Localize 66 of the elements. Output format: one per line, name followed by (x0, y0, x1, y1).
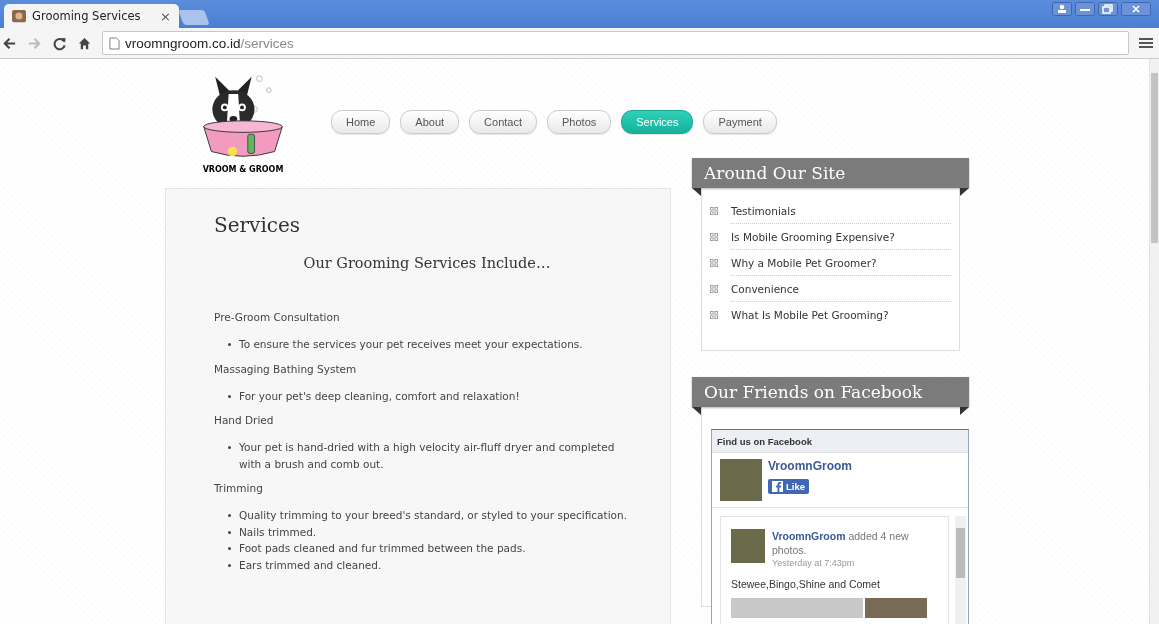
browser-tab[interactable]: Grooming Services × (4, 4, 179, 28)
photo-placeholder (731, 529, 765, 563)
close-icon[interactable] (1121, 2, 1151, 16)
post-text: VroomnGroom added 4 new photos. (772, 529, 910, 557)
grid-bullet-icon (710, 233, 718, 241)
service-detail: To ensure the services your pet receives meet your expectations. (239, 337, 583, 352)
service-detail: Your pet is hand-dried with a high velocity air-fluff dryer and completed with a brush and comb out. (239, 440, 616, 472)
dog-in-bathtub-logo[interactable]: VROOM & GROOM (198, 71, 288, 183)
menu-icon[interactable] (1139, 37, 1153, 49)
post-time: Yesterday at 7:43pm (772, 558, 856, 568)
tab-title: Grooming Services (32, 9, 142, 23)
section-subtitle: Our Grooming Services Include… (302, 255, 552, 271)
widget-title: Around Our Site (704, 163, 846, 183)
page-name-link[interactable]: VroomnGroom (768, 459, 852, 473)
service-heading: Hand Dried (214, 414, 275, 426)
bullet-icon (228, 343, 231, 346)
sidebar-link[interactable]: Is Mobile Grooming Expensive? (731, 224, 951, 250)
bullet-icon (228, 547, 231, 550)
tab-close-button[interactable]: × (160, 8, 171, 24)
nav-tab[interactable]: Contact (469, 110, 537, 134)
user-icon[interactable] (1052, 2, 1072, 16)
facebook-f-icon (772, 481, 783, 492)
grid-bullet-icon (710, 259, 718, 267)
page-scrollbar[interactable] (1149, 59, 1159, 624)
grid-bullet-icon (710, 207, 718, 215)
bullet-icon (228, 530, 231, 534)
nav-tab[interactable]: Photos (547, 110, 612, 134)
photo-placeholder (865, 598, 927, 618)
scrollbar[interactable] (955, 516, 966, 624)
reload-icon[interactable] (52, 35, 67, 51)
restore-icon[interactable] (1098, 2, 1118, 16)
grid-bullet-icon (710, 285, 718, 293)
facebook-header-text: Find us on Facebook (717, 435, 812, 447)
author-link[interactable]: VroomnGroom (772, 530, 846, 542)
nav-tab[interactable]: About (400, 110, 460, 134)
widget-title: Our Friends on Facebook (704, 382, 923, 402)
minimize-icon[interactable] (1075, 2, 1095, 16)
grid-bullet-icon (710, 311, 718, 319)
photo-placeholder (720, 459, 762, 501)
service-detail: Ears trimmed and cleaned. (239, 557, 382, 573)
nav-tab[interactable]: Home (331, 110, 391, 134)
service-detail: Quality trimming to your breed's standard, or styled to your specification. (239, 508, 627, 523)
nav-tab[interactable]: Payment (703, 110, 777, 134)
address-bar[interactable]: vroomngroom.co.id/services (102, 31, 1129, 55)
page-title: Services (214, 213, 302, 237)
sidebar-link[interactable]: Testimonials (731, 198, 951, 224)
sidebar-link[interactable]: Why a Mobile Pet Groomer? (731, 250, 951, 276)
new-tab-button[interactable] (178, 10, 210, 25)
bullet-icon (228, 394, 231, 398)
bullet-icon (228, 514, 231, 517)
service-detail: Nails trimmed. (239, 524, 317, 540)
service-detail: Foot pads cleaned and fur trimmed between the pads. (239, 541, 526, 556)
bullet-icon (228, 563, 231, 567)
service-heading: Pre-Groom Consultation (214, 311, 341, 323)
sidebar-link[interactable]: What Is Mobile Pet Grooming? (731, 302, 951, 328)
home-icon[interactable] (77, 35, 92, 51)
back-arrow-icon[interactable] (2, 35, 17, 51)
service-heading: Trimming (214, 482, 264, 494)
service-detail: For your pet's deep cleaning, comfort and relaxation! (239, 388, 520, 404)
url-text: vroomngroom.co.id/services (125, 35, 294, 51)
sidebar-link[interactable]: Convenience (731, 276, 951, 302)
page-icon (109, 36, 120, 50)
bullet-icon (228, 446, 231, 449)
like-button[interactable]: Like (768, 479, 809, 494)
post-caption: Stewee,Bingo,Shine and Comet (731, 578, 881, 590)
service-heading: Massaging Bathing System (214, 362, 358, 375)
